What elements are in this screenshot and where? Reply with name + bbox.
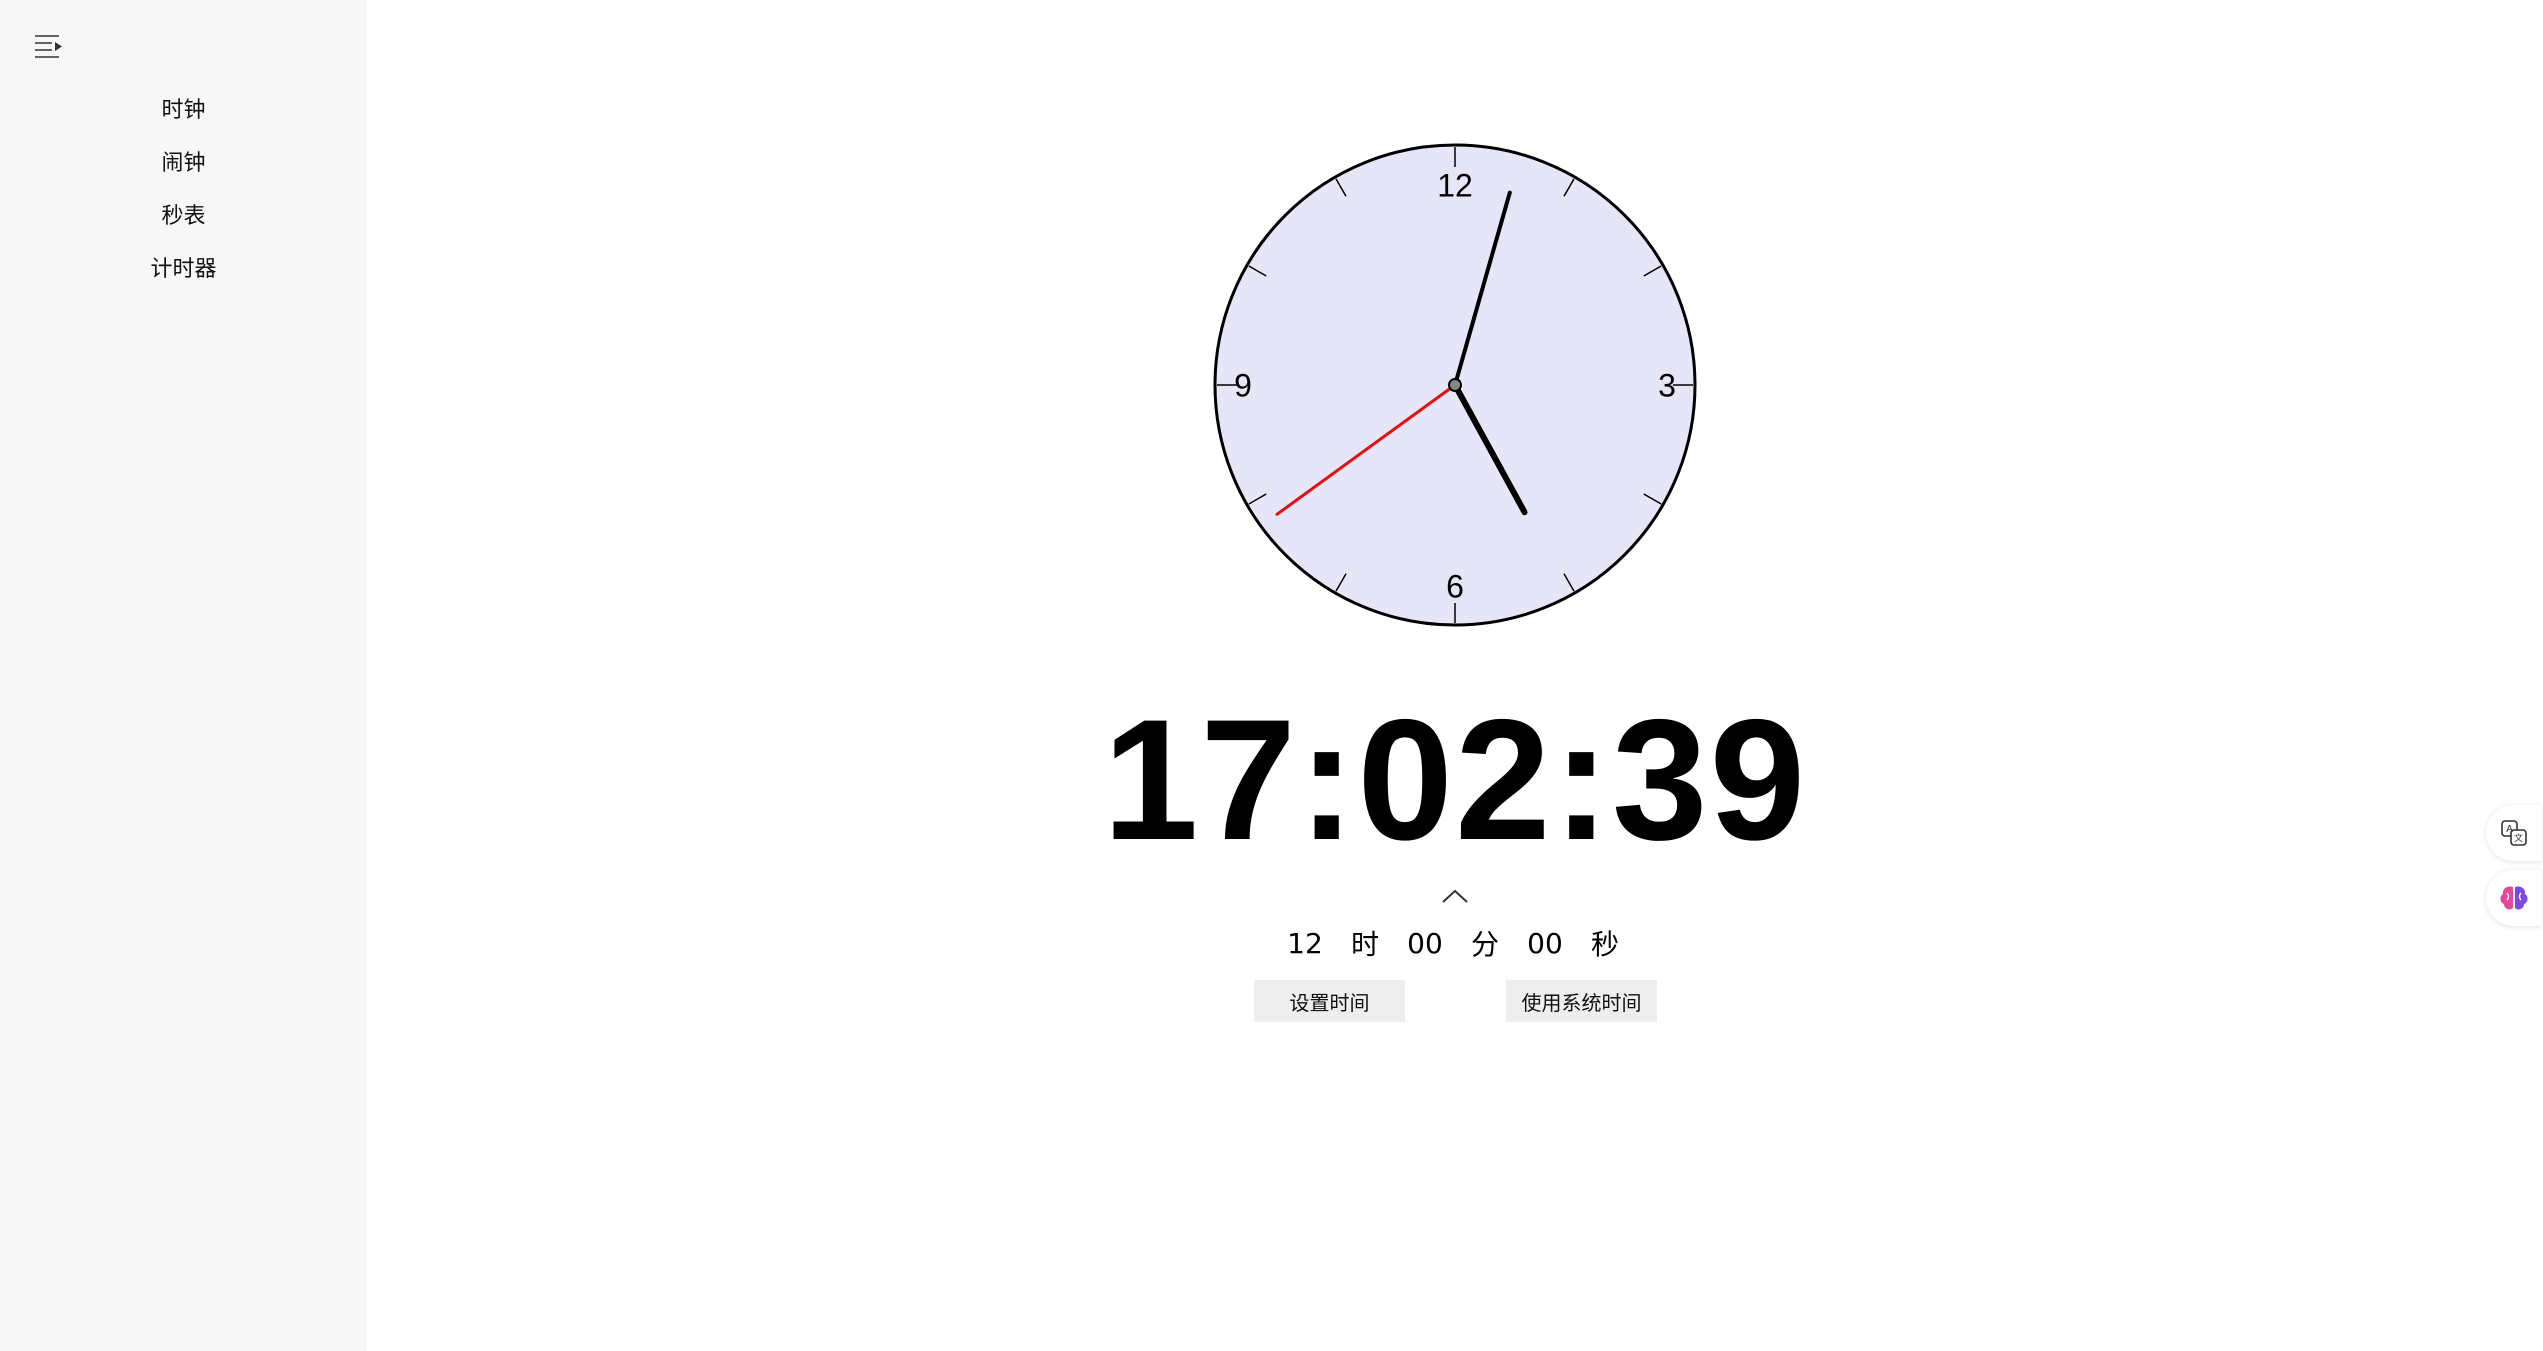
ai-assistant-button[interactable] bbox=[2486, 870, 2542, 926]
sidebar-item-clock[interactable]: 时钟 bbox=[0, 86, 367, 130]
clock-center-pin bbox=[1448, 378, 1462, 392]
svg-text:A: A bbox=[2506, 824, 2513, 835]
sidebar-item-timer[interactable]: 计时器 bbox=[0, 245, 367, 289]
minute-input[interactable]: 00 bbox=[1390, 927, 1460, 960]
brain-icon bbox=[2500, 886, 2528, 910]
sidebar-item-stopwatch[interactable]: 秒表 bbox=[0, 192, 367, 236]
second-input[interactable]: 00 bbox=[1510, 927, 1580, 960]
menu-collapse-icon[interactable] bbox=[32, 30, 66, 64]
numeral-3: 3 bbox=[1658, 367, 1676, 403]
numeral-6: 6 bbox=[1446, 568, 1464, 604]
translate-button[interactable]: A 文 bbox=[2486, 805, 2542, 861]
hour-unit-label: 时 bbox=[1350, 928, 1379, 961]
second-unit-label: 秒 bbox=[1590, 928, 1619, 961]
sidebar-item-alarm[interactable]: 闹钟 bbox=[0, 139, 367, 183]
numeral-12: 12 bbox=[1437, 167, 1473, 203]
minute-unit-label: 分 bbox=[1470, 928, 1499, 961]
digital-clock: 17:02:39 bbox=[1102, 684, 1808, 876]
hour-input[interactable]: 12 bbox=[1270, 927, 1340, 960]
analog-clock: 12 3 6 9 bbox=[1210, 140, 1700, 630]
numeral-9: 9 bbox=[1234, 367, 1252, 403]
chevron-up-icon[interactable] bbox=[1438, 884, 1472, 908]
use-system-time-button[interactable]: 使用系统时间 bbox=[1506, 980, 1657, 1022]
sidebar: 时钟 闹钟 秒表 计时器 bbox=[0, 0, 367, 1351]
translate-icon: A 文 bbox=[2501, 820, 2527, 846]
svg-text:文: 文 bbox=[2514, 832, 2523, 843]
set-time-button[interactable]: 设置时间 bbox=[1254, 980, 1405, 1022]
time-setter: 12 时 00 分 00 秒 bbox=[1270, 920, 1630, 966]
